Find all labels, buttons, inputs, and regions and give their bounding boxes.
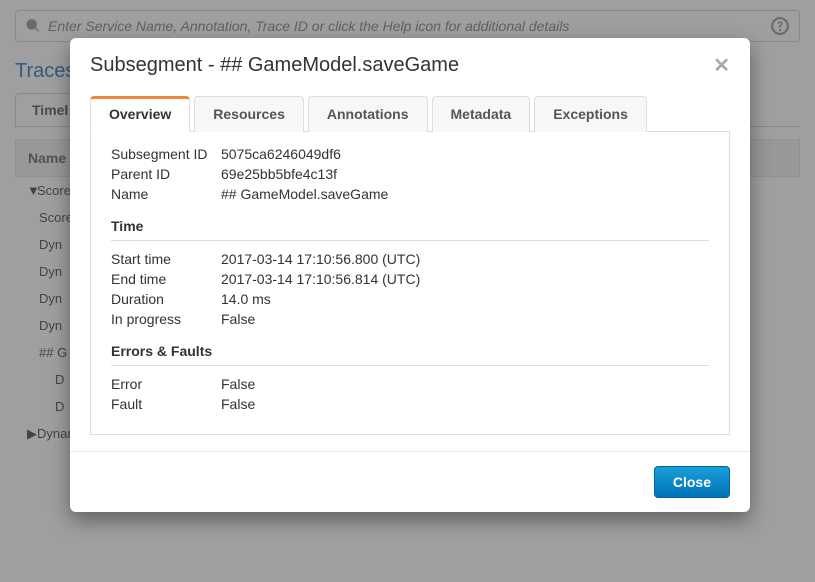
tab-annotations[interactable]: Annotations [308, 96, 428, 132]
in-progress-value: False [221, 311, 255, 327]
tab-exceptions[interactable]: Exceptions [534, 96, 647, 132]
parent-id-label: Parent ID [111, 166, 221, 182]
subsegment-modal: Subsegment - ## GameModel.saveGame ✕ Ove… [70, 38, 750, 512]
tab-overview[interactable]: Overview [90, 96, 190, 132]
modal-header: Subsegment - ## GameModel.saveGame ✕ [70, 38, 750, 95]
start-time-value: 2017-03-14 17:10:56.800 (UTC) [221, 251, 420, 267]
tabs: Overview Resources Annotations Metadata … [90, 95, 730, 132]
error-value: False [221, 376, 255, 392]
close-button[interactable]: Close [654, 466, 730, 498]
fault-value: False [221, 396, 255, 412]
subsegment-id-label: Subsegment ID [111, 146, 221, 162]
duration-value: 14.0 ms [221, 291, 271, 307]
in-progress-label: In progress [111, 311, 221, 327]
duration-label: Duration [111, 291, 221, 307]
fault-label: Fault [111, 396, 221, 412]
end-time-value: 2017-03-14 17:10:56.814 (UTC) [221, 271, 420, 287]
name-label: Name [111, 186, 221, 202]
time-section-title: Time [111, 218, 709, 241]
modal-footer: Close [70, 451, 750, 512]
close-icon[interactable]: ✕ [713, 56, 730, 76]
modal-body: Overview Resources Annotations Metadata … [70, 95, 750, 447]
name-value: ## GameModel.saveGame [221, 186, 388, 202]
tab-resources[interactable]: Resources [194, 96, 304, 132]
parent-id-value: 69e25bb5bfe4c13f [221, 166, 337, 182]
tab-content-overview: Subsegment ID 5075ca6246049df6 Parent ID… [90, 132, 730, 435]
error-label: Error [111, 376, 221, 392]
start-time-label: Start time [111, 251, 221, 267]
end-time-label: End time [111, 271, 221, 287]
errors-section-title: Errors & Faults [111, 343, 709, 366]
subsegment-id-value: 5075ca6246049df6 [221, 146, 341, 162]
modal-title: Subsegment - ## GameModel.saveGame [90, 54, 459, 77]
tab-metadata[interactable]: Metadata [432, 96, 531, 132]
